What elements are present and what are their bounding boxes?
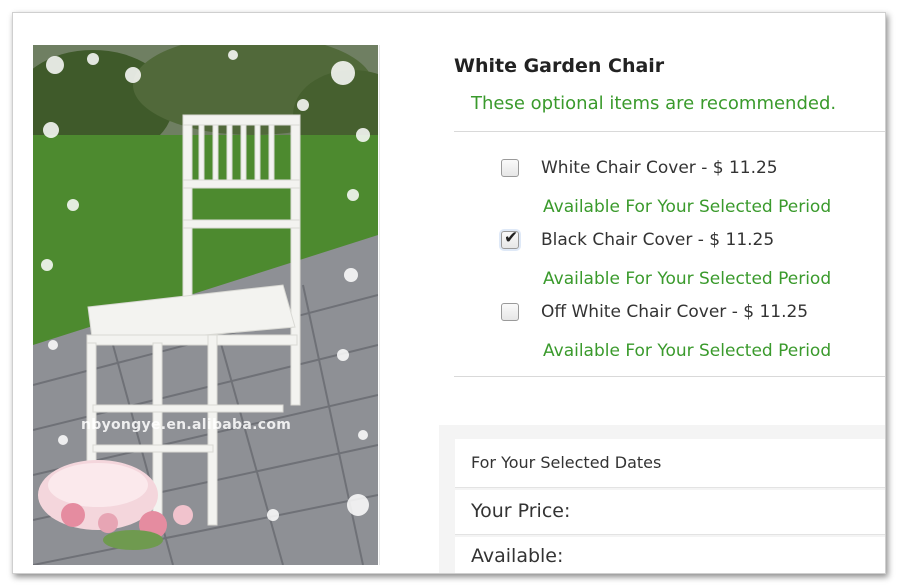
- option-black-chair-cover[interactable]: ✔ Black Chair Cover - $ 11.25: [501, 227, 881, 255]
- available-label: Available:: [471, 545, 564, 567]
- dates-panel-title: For Your Selected Dates: [471, 453, 662, 472]
- product-title: White Garden Chair: [454, 55, 665, 77]
- price-label: Your Price:: [471, 500, 571, 522]
- divider-top: [454, 131, 885, 132]
- image-watermark: nbyongye.en.alibaba.com: [81, 417, 292, 433]
- checkmark-icon: ✔: [504, 228, 519, 248]
- option-off-white-chair-cover[interactable]: Off White Chair Cover - $ 11.25: [501, 299, 881, 327]
- checkbox-off-white-chair-cover[interactable]: [501, 303, 519, 321]
- option-label: Black Chair Cover - $ 11.25: [541, 230, 775, 250]
- chair-illustration: [33, 45, 378, 565]
- availability-status: Available For Your Selected Period: [543, 269, 832, 289]
- option-white-chair-cover[interactable]: White Chair Cover - $ 11.25: [501, 155, 881, 183]
- divider-bottom: [454, 376, 885, 377]
- checkbox-black-chair-cover[interactable]: ✔: [501, 228, 519, 249]
- recommendation-note: These optional items are recommended.: [471, 93, 837, 114]
- availability-status: Available For Your Selected Period: [543, 341, 832, 361]
- product-image[interactable]: nbyongye.en.alibaba.com: [33, 45, 378, 565]
- dates-panel-header: For Your Selected Dates: [455, 439, 885, 488]
- product-options-window: nbyongye.en.alibaba.com White Garden Cha…: [12, 12, 886, 574]
- product-image-container: nbyongye.en.alibaba.com: [33, 45, 380, 565]
- option-label: White Chair Cover - $ 11.25: [541, 158, 778, 178]
- price-row: Your Price:: [455, 490, 885, 535]
- available-row: Available:: [455, 537, 885, 573]
- option-label: Off White Chair Cover - $ 11.25: [541, 302, 809, 322]
- checkbox-white-chair-cover[interactable]: [501, 159, 519, 177]
- availability-status: Available For Your Selected Period: [543, 197, 832, 217]
